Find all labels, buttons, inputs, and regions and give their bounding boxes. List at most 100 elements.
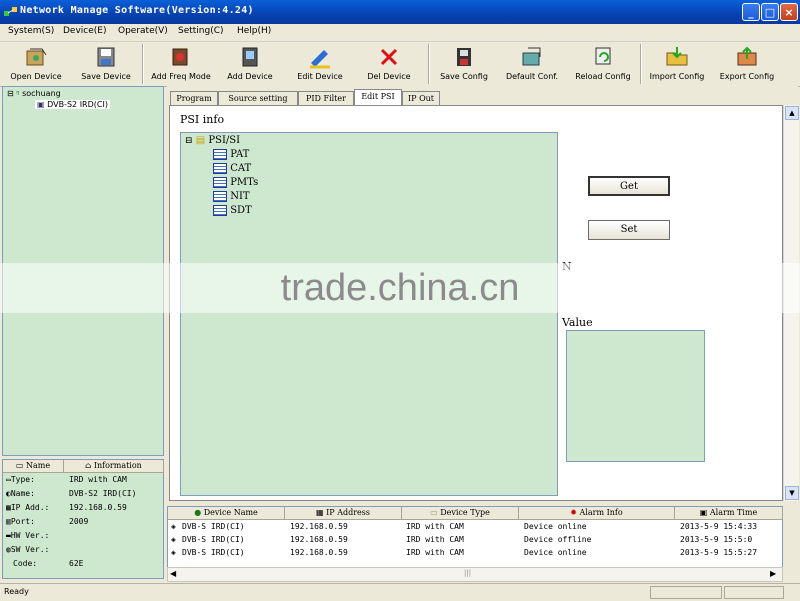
alarm-header-alarm-time[interactable]: ▣ Alarm Time xyxy=(675,507,783,520)
table-icon xyxy=(213,149,227,160)
menu-help[interactable]: Help(H) xyxy=(237,26,271,36)
device-icon: ▣ xyxy=(37,100,45,109)
edit-device-icon xyxy=(310,50,330,69)
alarm-header-ip-address[interactable]: ▦ IP Address xyxy=(285,507,402,520)
save-device-button[interactable]: Save Device xyxy=(76,42,136,86)
status-panel xyxy=(650,586,722,599)
alarm-header-device-type[interactable]: ▭ Device Type xyxy=(402,507,519,520)
import-config-button[interactable]: Import Config xyxy=(644,42,710,86)
menu-system[interactable]: System(S) xyxy=(8,26,54,36)
value-label: Value xyxy=(562,316,593,329)
import-config-icon xyxy=(666,47,688,66)
info-row: Code: xyxy=(13,559,38,568)
name-header-icon: ▭ xyxy=(15,461,24,470)
info-row: ▥Port: xyxy=(6,517,35,526)
status-icon: ◈ xyxy=(171,522,176,531)
psi-info-title: PSI info xyxy=(180,113,225,126)
table-row[interactable]: ◈ DVB-S IRD(CI) 192.168.0.59 IRD with CA… xyxy=(168,546,782,559)
scroll-left-icon[interactable]: ◀ xyxy=(170,569,176,578)
save-config-button[interactable]: Save Config xyxy=(434,42,494,86)
device-icon: ● xyxy=(194,508,202,517)
horizontal-scrollbar[interactable]: ◀ ||| ▶ xyxy=(167,567,783,582)
alarm-header-alarm-info[interactable]: ✹ Alarm Info xyxy=(519,507,675,520)
open-device-button[interactable]: Open Device xyxy=(6,42,66,86)
status-panel xyxy=(724,586,784,599)
info-header-icon: ⌂ xyxy=(85,461,92,470)
status-text: Ready xyxy=(4,587,29,596)
app-icon xyxy=(4,7,17,16)
scroll-down-icon[interactable]: ▼ xyxy=(785,486,799,500)
edit-device-button[interactable]: Edit Device xyxy=(290,42,350,86)
export-config-button[interactable]: Export Config xyxy=(714,42,780,86)
tree-root[interactable]: ⊟ ᵑ sochuang xyxy=(7,89,61,98)
status-bar: Ready xyxy=(0,583,800,601)
tab-ip-out[interactable]: IP Out xyxy=(402,91,440,106)
add-device-icon xyxy=(242,47,258,67)
add-freq-mode-icon xyxy=(172,48,188,66)
table-row[interactable]: ◈ DVB-S IRD(CI) 192.168.0.59 IRD with CA… xyxy=(168,520,782,533)
toolbar-separator xyxy=(640,44,642,84)
status-icon: ◈ xyxy=(171,535,176,544)
window-title: Network Manage Software(Version:4.24) xyxy=(20,5,254,16)
scroll-right-icon[interactable]: ▶ xyxy=(770,569,776,578)
delete-icon xyxy=(380,48,398,66)
collapse-icon[interactable]: ⊟ xyxy=(185,136,193,146)
psi-root-node[interactable]: ⊟ ▤ PSI/SI xyxy=(185,135,240,146)
scroll-up-icon[interactable]: ▲ xyxy=(785,106,799,120)
set-button[interactable]: Set xyxy=(588,220,670,240)
save-device-icon xyxy=(97,47,115,67)
add-freq-mode-button[interactable]: Add Freq Mode xyxy=(148,42,214,86)
table-icon xyxy=(213,205,227,216)
add-device-button[interactable]: Add Device xyxy=(222,42,278,86)
tree-device-item[interactable]: ▣ DVB-S2 IRD(CI) xyxy=(35,100,110,109)
tab-pid-filter[interactable]: PID Filter xyxy=(298,91,354,106)
info-row: ▬HW Ver.: xyxy=(6,531,50,540)
info-header-information[interactable]: ⌂ Information xyxy=(64,460,164,473)
tab-edit-psi[interactable]: Edit PSI xyxy=(354,89,402,106)
tab-program[interactable]: Program xyxy=(170,91,218,106)
table-icon xyxy=(213,191,227,202)
alarm-icon: ✹ xyxy=(570,508,577,517)
status-icon: ◈ xyxy=(171,548,176,557)
table-icon xyxy=(213,177,227,188)
del-device-button[interactable]: Del Device xyxy=(360,42,418,86)
value-box[interactable] xyxy=(566,330,705,462)
alarm-header-device-name[interactable]: ● Device Name xyxy=(168,507,285,520)
menu-setting[interactable]: Setting(C) xyxy=(178,26,224,36)
table-row[interactable]: ◈ DVB-S IRD(CI) 192.168.0.59 IRD with CA… xyxy=(168,533,782,546)
info-row: ◍SW Ver.: xyxy=(6,545,50,554)
scroll-thumb-grip[interactable]: ||| xyxy=(464,569,471,577)
save-config-icon xyxy=(457,48,471,66)
default-conf-button[interactable]: Default Conf. xyxy=(500,42,564,86)
toolbar-separator xyxy=(142,44,144,84)
psi-node-pat[interactable]: PAT xyxy=(213,149,249,160)
info-row: ▭Type: xyxy=(6,475,35,484)
psi-node-pmts[interactable]: PMTs xyxy=(213,177,258,188)
device-info-panel: ▭ Name ⌂ Information ▭Type: IRD with CAM… xyxy=(2,459,164,579)
info-value: 62E xyxy=(69,559,84,568)
reload-config-button[interactable]: Reload Config xyxy=(570,42,636,86)
reload-config-icon xyxy=(595,47,611,65)
close-button[interactable]: × xyxy=(780,3,798,21)
menu-operate[interactable]: Operate(V) xyxy=(118,26,168,36)
minimize-button[interactable]: _ xyxy=(742,3,760,21)
type-icon: ▭ xyxy=(430,508,438,517)
toolbar: Open Device Save Device Add Freq Mode Ad… xyxy=(0,42,800,87)
maximize-button[interactable]: □ xyxy=(761,3,779,21)
table-icon xyxy=(213,163,227,174)
info-header-name[interactable]: ▭ Name xyxy=(3,460,64,473)
get-button[interactable]: Get xyxy=(588,176,670,196)
toolbar-separator xyxy=(428,44,430,84)
psi-node-sdt[interactable]: SDT xyxy=(213,205,252,216)
info-row: ▦IP Add.: xyxy=(6,503,50,512)
title-bar[interactable]: Network Manage Software(Version:4.24) _ … xyxy=(0,0,800,24)
alarm-list[interactable]: ● Device Name ▦ IP Address ▭ Device Type… xyxy=(167,506,783,568)
menu-device[interactable]: Device(E) xyxy=(63,26,107,36)
psi-node-cat[interactable]: CAT xyxy=(213,163,251,174)
collapse-icon[interactable]: ⊟ xyxy=(7,89,14,98)
clock-icon: ▣ xyxy=(699,508,708,517)
tab-source-setting[interactable]: Source setting xyxy=(218,91,298,106)
psi-tree[interactable]: ⊟ ▤ PSI/SI PAT CAT PMTs NIT SDT xyxy=(180,132,558,496)
psi-node-nit[interactable]: NIT xyxy=(213,191,250,202)
info-value: 2009 xyxy=(69,517,89,526)
